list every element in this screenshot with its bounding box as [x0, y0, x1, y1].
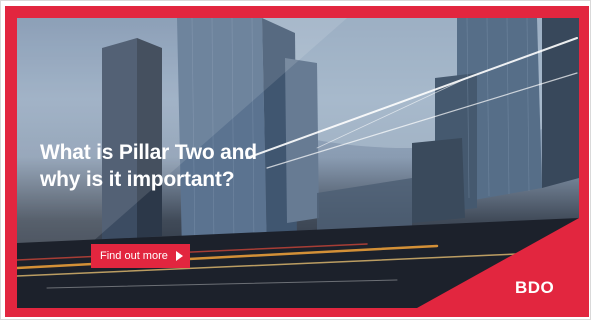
logo-text: BDO — [515, 278, 555, 297]
banner-headline: What is Pillar Two and why is it importa… — [40, 141, 257, 191]
ad-frame: What is Pillar Two and why is it importa… — [0, 0, 591, 320]
find-out-more-button[interactable]: Find out more — [91, 244, 190, 268]
cta-label: Find out more — [100, 250, 168, 262]
promo-banner[interactable]: What is Pillar Two and why is it importa… — [5, 6, 589, 317]
play-arrow-icon — [175, 251, 183, 261]
bdo-logo: BDO — [515, 278, 554, 298]
